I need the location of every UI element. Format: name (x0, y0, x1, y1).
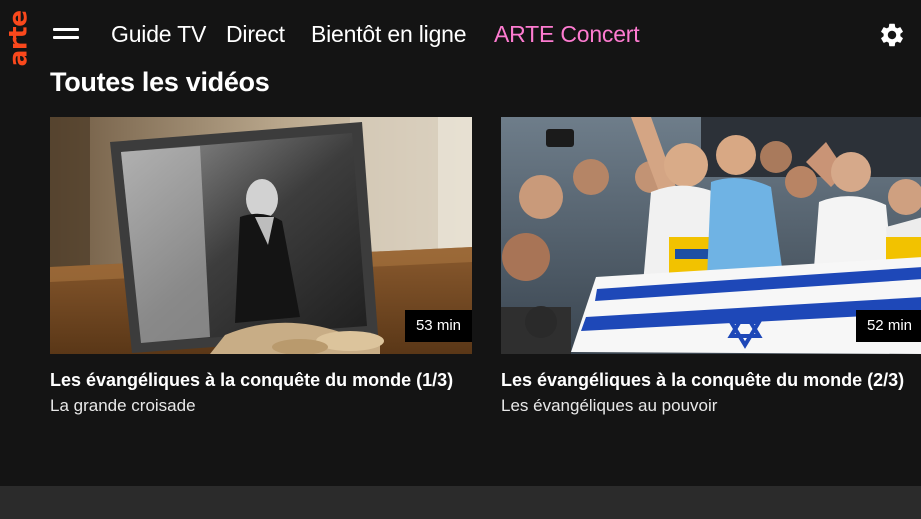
nav-arte-concert[interactable]: ARTE Concert (494, 20, 640, 48)
footer-band (0, 486, 921, 519)
duration-badge: 52 min (855, 310, 921, 342)
video-subtitle: La grande croisade (50, 396, 196, 415)
video-card-2[interactable]: 52 min Les évangéliques à la conquête du… (501, 117, 921, 417)
video-subtitle: Les évangéliques au pouvoir (501, 396, 718, 415)
video-title[interactable]: Les évangéliques à la conquête du monde … (50, 369, 472, 391)
video-thumbnail-2[interactable]: 52 min (501, 117, 921, 354)
nav-bientot-en-ligne[interactable]: Bientôt en ligne (311, 20, 467, 48)
duration-badge: 53 min (404, 310, 472, 342)
video-thumbnail-1[interactable]: 53 min (50, 117, 472, 354)
nav-guide-tv[interactable]: Guide TV (111, 20, 206, 48)
section-title: Toutes les vidéos (50, 67, 270, 97)
arte-logo[interactable]: arte (4, 2, 33, 66)
top-bar: arte Guide TV Direct Bientôt en ligne AR… (0, 0, 921, 68)
gear-icon[interactable] (878, 21, 906, 49)
hamburger-menu-icon[interactable] (53, 24, 79, 44)
arte-logo-text: arte (3, 10, 33, 67)
video-card-1[interactable]: 53 min Les évangéliques à la conquête du… (50, 117, 472, 417)
nav-direct[interactable]: Direct (226, 20, 285, 48)
video-title[interactable]: Les évangéliques à la conquête du monde … (501, 369, 921, 391)
